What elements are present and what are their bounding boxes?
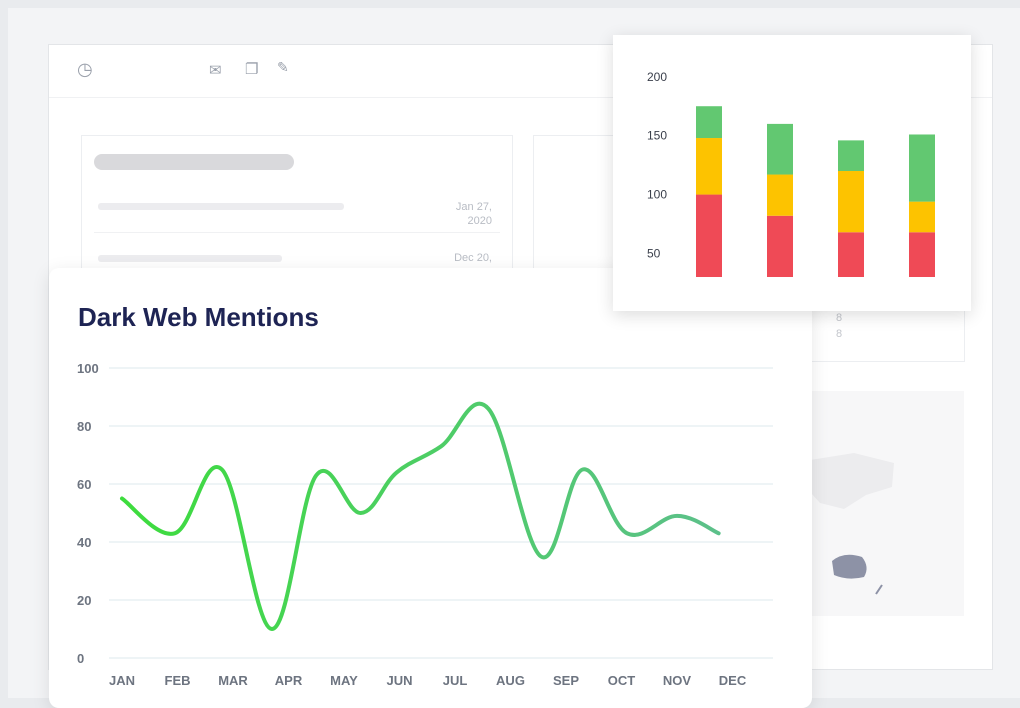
- list-date: Dec 20,: [454, 252, 492, 264]
- list-title-placeholder: [94, 154, 294, 170]
- x-tick-label: DEC: [719, 673, 747, 688]
- y-tick-label: 40: [77, 535, 91, 550]
- bar-segment: [909, 201, 935, 233]
- stat-value: 8: [836, 328, 843, 340]
- y-tick-label: 0: [77, 651, 84, 666]
- y-tick-label: 200: [647, 70, 667, 84]
- copy-icon[interactable]: ❐: [245, 60, 258, 78]
- bar-segment: [767, 123, 793, 175]
- bar-segment: [838, 140, 864, 171]
- bar-segment: [838, 171, 864, 233]
- bar-segment: [909, 134, 935, 202]
- y-tick-label: 80: [77, 419, 91, 434]
- y-tick-label: 20: [77, 593, 91, 608]
- stat-value: 8: [836, 312, 843, 324]
- y-tick-label: 150: [647, 129, 667, 143]
- bar-segment: [767, 174, 793, 216]
- y-tick-label: 60: [77, 477, 91, 492]
- list-row-placeholder: [98, 203, 344, 210]
- x-tick-label: FEB: [165, 673, 191, 688]
- asia-shape: [802, 453, 894, 509]
- series-line: [120, 401, 721, 631]
- x-tick-label: JUN: [386, 673, 412, 688]
- x-tick-label: MAR: [218, 673, 248, 688]
- list-row-placeholder: [98, 255, 282, 262]
- stacked-bar-chart: 50 100 150 200: [647, 70, 935, 277]
- dark-web-mentions-card: Dark Web Mentions 0 20 40 60 80 100 JAN FEB MAR A…: [49, 268, 812, 708]
- clock-icon[interactable]: ◷: [77, 59, 93, 80]
- bar-segment: [909, 232, 935, 277]
- x-tick-label: AUG: [496, 673, 525, 688]
- bar-segment: [767, 215, 793, 277]
- x-tick-label: JAN: [109, 673, 135, 688]
- x-tick-label: JUL: [443, 673, 468, 688]
- list-date: Jan 27, 2020: [455, 201, 492, 227]
- new-zealand-shape: [875, 584, 883, 595]
- y-tick-label: 50: [647, 246, 661, 260]
- bar-segment: [696, 106, 722, 139]
- x-tick-label: NOV: [663, 673, 692, 688]
- bar-segment: [696, 138, 722, 195]
- y-tick-label: 100: [77, 361, 99, 376]
- line-chart: 0 20 40 60 80 100 JAN FEB MAR APR MAY JUN JUL AUG SEP O…: [77, 361, 773, 688]
- edit-icon[interactable]: ✎: [277, 60, 289, 76]
- bar-segment: [696, 194, 722, 277]
- y-tick-label: 100: [647, 188, 667, 202]
- x-tick-label: SEP: [553, 673, 579, 688]
- x-tick-label: MAY: [330, 673, 358, 688]
- x-tick-label: OCT: [608, 673, 636, 688]
- mail-add-icon[interactable]: ✉: [209, 61, 222, 79]
- divider: [94, 232, 500, 233]
- bar-segment: [838, 232, 864, 277]
- australia-shape: [832, 554, 867, 579]
- x-tick-label: APR: [275, 673, 303, 688]
- stacked-bar-card: 50 100 150 200: [613, 35, 971, 311]
